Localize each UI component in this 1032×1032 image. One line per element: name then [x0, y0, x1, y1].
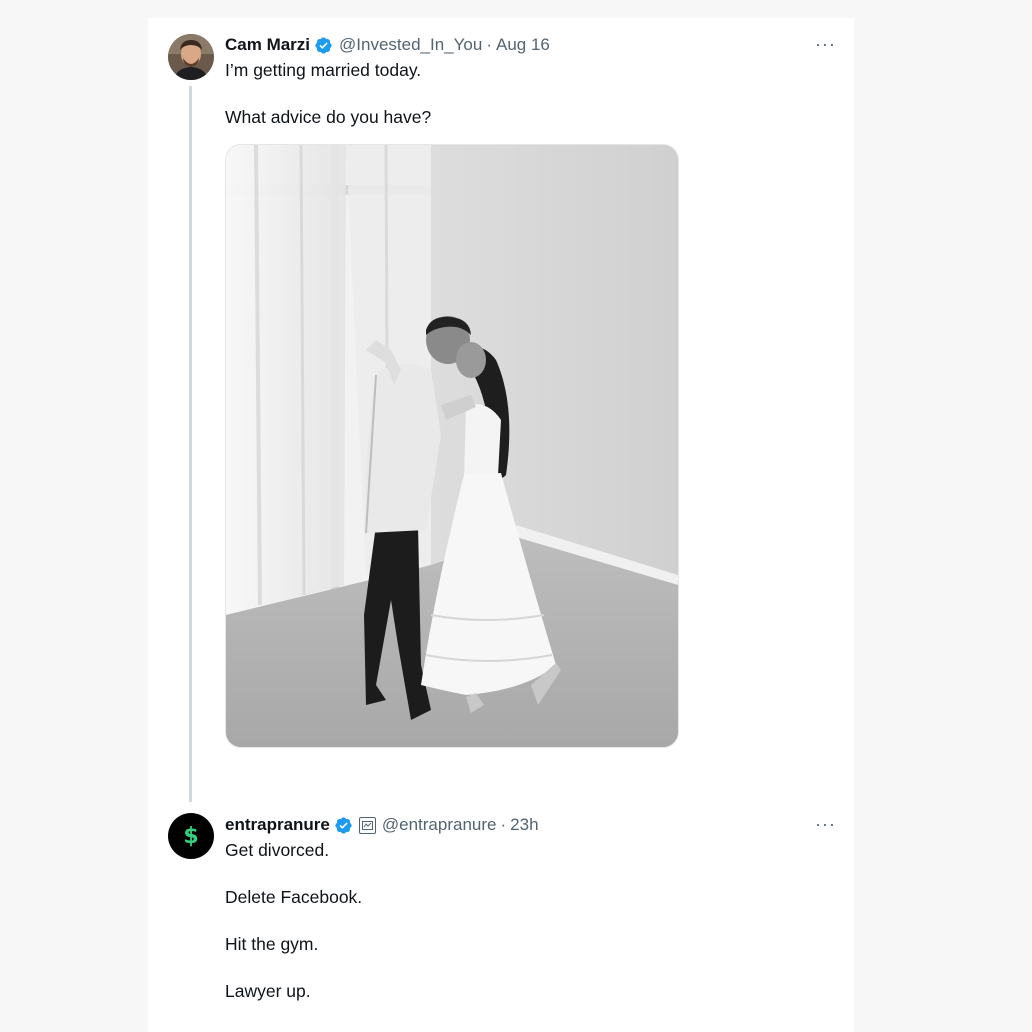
avatar[interactable] — [168, 34, 214, 80]
profile-photo-icon — [168, 34, 214, 80]
timestamp[interactable]: Aug 16 — [496, 35, 550, 55]
author-handle[interactable]: @entrapranure — [382, 815, 497, 835]
tweet-text-line: Get divorced. — [225, 840, 330, 860]
dollar-sign-icon: $ — [183, 823, 199, 849]
tweet-text-line: Hit the gym. — [225, 934, 319, 954]
author-name[interactable]: Cam Marzi — [225, 35, 310, 55]
separator-dot: · — [486, 35, 492, 54]
more-options-icon[interactable]: ··· — [815, 34, 836, 54]
tweet-header: Cam Marzi @Invested_In_You · Aug 16 — [225, 34, 814, 56]
affiliate-badge-icon[interactable] — [358, 816, 376, 834]
separator-dot: · — [500, 815, 507, 834]
tweet-thread: Cam Marzi @Invested_In_You · Aug 16 ··· … — [148, 18, 854, 1032]
author-handle[interactable]: @Invested_In_You — [339, 35, 482, 55]
avatar[interactable]: $ — [168, 813, 214, 859]
tweet-text-line: I’m getting married today. — [225, 60, 422, 80]
couple-photo-icon — [226, 145, 678, 747]
more-options-icon[interactable]: ··· — [815, 814, 836, 834]
tweet-media-photo[interactable] — [225, 144, 679, 748]
thread-connector-line — [189, 86, 192, 802]
timestamp[interactable]: 23h — [510, 815, 538, 835]
verified-badge-icon[interactable] — [314, 36, 333, 55]
tweet-text-line: Lawyer up. — [225, 981, 311, 1001]
verified-badge-icon[interactable] — [334, 816, 353, 835]
tweet-text-line: Delete Facebook. — [225, 887, 363, 907]
author-name[interactable]: entrapranure — [225, 815, 330, 835]
tweet-header: entrapranure @entrapranure · 23h — [225, 814, 814, 836]
tweet-text-line: What advice do you have? — [225, 107, 432, 127]
